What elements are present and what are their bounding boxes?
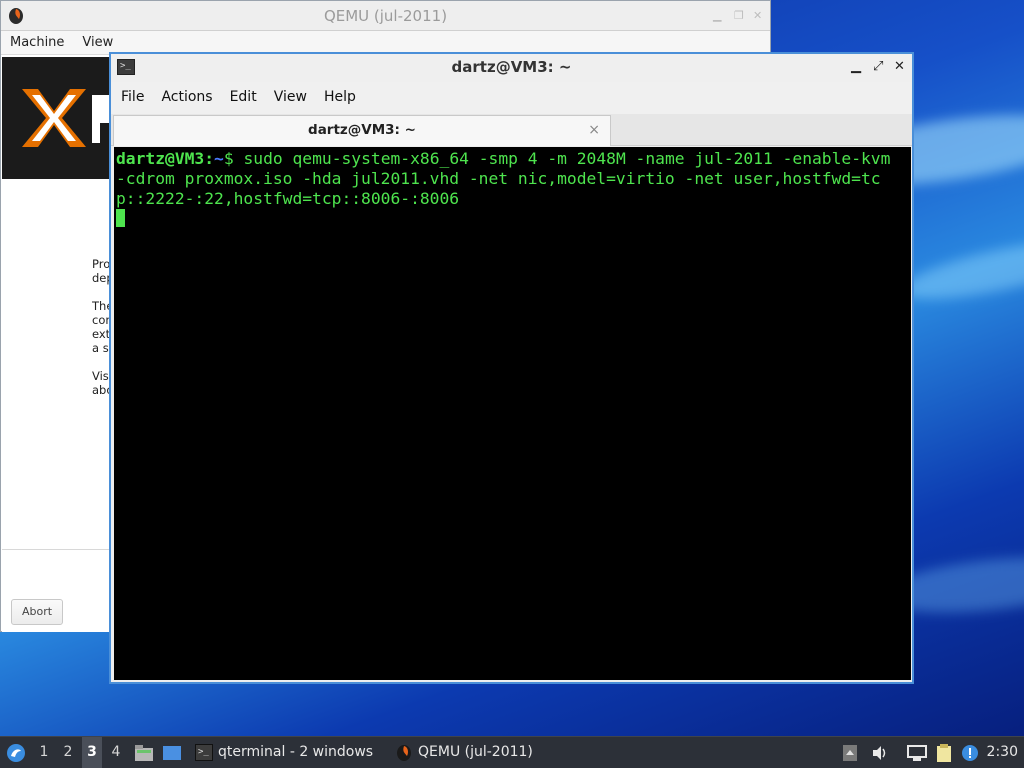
terminal-menubar: File Actions Edit View Help bbox=[111, 82, 912, 114]
lxqt-logo-icon bbox=[7, 744, 25, 762]
menu-edit[interactable]: Edit bbox=[223, 82, 264, 105]
terminal-cursor bbox=[116, 209, 125, 227]
show-desktop-launcher[interactable] bbox=[162, 737, 184, 768]
volume-icon[interactable] bbox=[871, 737, 889, 768]
menu-file[interactable]: File bbox=[114, 82, 151, 105]
close-icon[interactable]: ✕ bbox=[753, 9, 762, 22]
taskbar-item-label: QEMU (jul-2011) bbox=[418, 744, 533, 760]
terminal-icon: >_ bbox=[195, 744, 213, 761]
installer-text-line: a s bbox=[92, 341, 109, 355]
taskbar: 1 2 3 4 >_ qterminal - 2 windows QEMU (j… bbox=[0, 736, 1024, 768]
maximize-icon[interactable]: ❐ bbox=[734, 9, 744, 22]
minimize-icon[interactable]: ▁ bbox=[713, 9, 721, 22]
file-manager-launcher[interactable] bbox=[134, 737, 156, 768]
installer-text-line: Pro bbox=[92, 257, 111, 271]
qemu-titlebar[interactable]: QEMU (jul-2011) ▁ ❐ ✕ bbox=[1, 1, 770, 31]
terminal-window-title: dartz@VM3: ~ bbox=[451, 58, 572, 76]
proxmox-logo bbox=[22, 89, 116, 147]
prompt-separator: : bbox=[204, 149, 215, 168]
menu-help[interactable]: Help bbox=[317, 82, 363, 105]
minimize-icon[interactable]: ▁ bbox=[851, 59, 861, 74]
workspace-4[interactable]: 4 bbox=[106, 737, 126, 768]
clock[interactable]: 2:30 bbox=[987, 737, 1018, 768]
notification-icon[interactable] bbox=[961, 737, 979, 768]
prompt-symbol: $ bbox=[223, 149, 234, 168]
menu-view[interactable]: View bbox=[73, 31, 122, 50]
terminal-tab-label: dartz@VM3: ~ bbox=[308, 122, 416, 138]
qemu-window-title: QEMU (jul-2011) bbox=[323, 7, 448, 25]
network-icon[interactable] bbox=[906, 737, 928, 768]
prompt-user: dartz@VM3 bbox=[116, 149, 205, 168]
workspace-1[interactable]: 1 bbox=[34, 737, 54, 768]
file-manager-icon bbox=[135, 745, 153, 761]
prompt-path: ~ bbox=[214, 149, 224, 168]
terminal-window[interactable]: >_ dartz@VM3: ~ ▁ ⤢ ✕ File Actions Edit Vie… bbox=[109, 52, 914, 684]
show-desktop-icon bbox=[163, 746, 181, 760]
workspace-2[interactable]: 2 bbox=[58, 737, 78, 768]
taskbar-item-qterminal[interactable]: >_ qterminal - 2 windows bbox=[190, 737, 386, 768]
desktop-wallpaper-streak bbox=[898, 229, 1024, 311]
menu-view[interactable]: View bbox=[267, 82, 314, 105]
terminal-output[interactable]: dartz@VM3:~$ sudo qemu-system-x86_64 -sm… bbox=[114, 147, 911, 680]
terminal-tab[interactable]: dartz@VM3: ~ × bbox=[113, 115, 611, 146]
tray-up-arrow-icon[interactable] bbox=[842, 737, 860, 768]
menu-actions[interactable]: Actions bbox=[154, 82, 219, 105]
terminal-titlebar[interactable]: >_ dartz@VM3: ~ ▁ ⤢ ✕ bbox=[111, 54, 912, 82]
menu-machine[interactable]: Machine bbox=[1, 31, 73, 50]
terminal-tabbar: dartz@VM3: ~ × bbox=[111, 114, 912, 146]
tab-close-icon[interactable]: × bbox=[588, 116, 600, 144]
maximize-icon[interactable]: ⤢ bbox=[873, 59, 883, 74]
taskbar-item-label: qterminal - 2 windows bbox=[218, 744, 374, 760]
taskbar-item-qemu[interactable]: QEMU (jul-2011) bbox=[390, 737, 590, 768]
start-menu-button[interactable] bbox=[6, 737, 26, 768]
close-icon[interactable]: ✕ bbox=[894, 59, 905, 74]
clipboard-icon[interactable] bbox=[934, 737, 956, 768]
installer-text-line: ext bbox=[92, 327, 111, 341]
workspace-3[interactable]: 3 bbox=[82, 737, 102, 768]
terminal-command: sudo qemu-system-x86_64 -smp 4 -m 2048M … bbox=[116, 149, 901, 208]
qemu-icon bbox=[397, 745, 411, 761]
abort-button[interactable]: Abort bbox=[11, 599, 63, 625]
